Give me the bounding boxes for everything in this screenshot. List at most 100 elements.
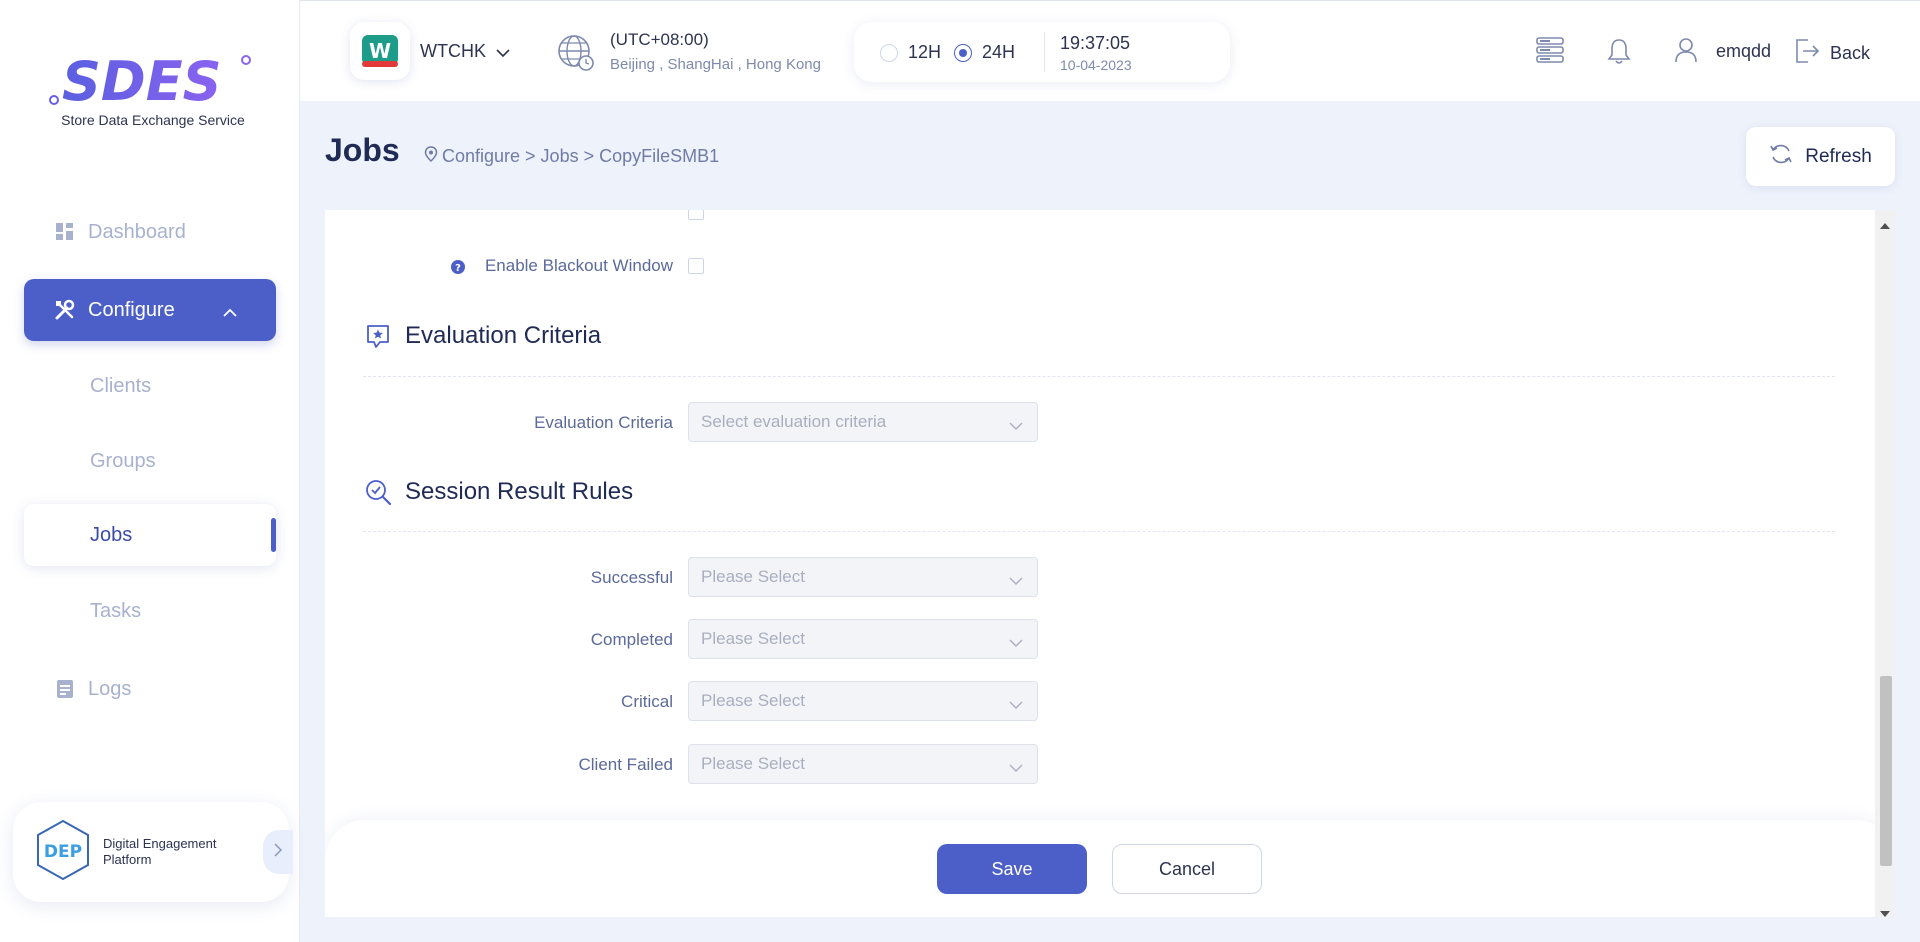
sidebar-item-label: Jobs: [90, 523, 133, 546]
page-title: Jobs: [325, 132, 400, 168]
chevron-down-icon: [1009, 757, 1023, 777]
chevron-down-icon: [1009, 570, 1023, 590]
session-result-rules-section-title: Session Result Rules: [405, 478, 634, 505]
critical-label: Critical: [621, 692, 673, 711]
successful-select[interactable]: Please Select: [688, 557, 1038, 597]
radio-label: 12H: [908, 42, 942, 62]
server-icon[interactable]: [1536, 37, 1564, 68]
chevron-down-icon: [1009, 632, 1023, 652]
top-bar: W WTCHK (UTC+08:00) Beijing , ShangHai ,…: [300, 0, 1920, 101]
sidebar-item-label: Logs: [88, 677, 132, 700]
radio-dot: [880, 43, 898, 62]
clock-date: 10-04-2023: [1060, 57, 1132, 73]
user-name[interactable]: emqdd: [1716, 41, 1771, 62]
globe-clock-icon: [556, 33, 596, 78]
form-footer: Save Cancel: [325, 820, 1895, 917]
timezone-offset: (UTC+08:00): [610, 30, 709, 49]
sdes-logo-mark: SDES: [49, 50, 251, 110]
format-24h-radio[interactable]: 24H: [954, 42, 1015, 63]
svg-text:DEP: DEP: [44, 842, 82, 862]
user-icon[interactable]: [1674, 37, 1698, 68]
star-message-icon: [364, 322, 392, 355]
sidebar-subitem-jobs[interactable]: Jobs: [24, 504, 276, 566]
refresh-label: Refresh: [1805, 145, 1872, 167]
client-failed-select[interactable]: Please Select: [688, 744, 1038, 784]
completed-select[interactable]: Please Select: [688, 619, 1038, 659]
sidebar-subitem-clients[interactable]: Clients: [24, 355, 276, 417]
breadcrumb: Configure > Jobs > CopyFileSMB1: [424, 146, 719, 167]
location-pin-icon: [424, 146, 438, 167]
section-divider: [363, 376, 1835, 377]
divider: [1044, 32, 1045, 72]
cancel-button[interactable]: Cancel: [1112, 844, 1262, 894]
sidebar-item-label: Configure: [88, 298, 175, 321]
sidebar-item-label: Tasks: [90, 599, 142, 622]
save-button[interactable]: Save: [937, 844, 1087, 894]
select-placeholder: Please Select: [701, 629, 805, 648]
sidebar: SDES Store Data Exchange Service Dashboa…: [0, 0, 300, 942]
successful-label: Successful: [590, 568, 673, 587]
sidebar-item-configure[interactable]: Configure: [24, 279, 276, 341]
chevron-down-icon: [496, 41, 510, 62]
dep-card[interactable]: DEP Digital Engagement Platform: [13, 802, 293, 902]
back-label: Back: [1830, 43, 1871, 63]
sidebar-item-label: Clients: [90, 374, 152, 397]
chevron-down-icon: [1009, 694, 1023, 714]
chevron-right-icon: [274, 842, 283, 862]
bell-icon[interactable]: [1607, 37, 1631, 70]
svg-text:W: W: [369, 39, 391, 63]
logs-icon: [54, 678, 76, 700]
blackout-window-label: Enable Blackout Window: [484, 256, 673, 275]
sidebar-subitem-groups[interactable]: Groups: [24, 430, 276, 492]
scrollbar-thumb[interactable]: [1880, 676, 1892, 866]
dashboard-icon: [54, 221, 76, 243]
help-icon[interactable]: ?: [450, 259, 466, 280]
dep-expand-button[interactable]: [263, 830, 293, 874]
evaluation-criteria-select[interactable]: Select evaluation criteria: [688, 402, 1038, 442]
select-placeholder: Select evaluation criteria: [701, 412, 887, 431]
refresh-button[interactable]: Refresh: [1746, 127, 1895, 186]
scroll-up-arrow-icon[interactable]: [1880, 216, 1890, 234]
radio-label: 24H: [982, 42, 1016, 62]
blackout-window-checkbox[interactable]: [688, 258, 704, 274]
timezone-cities: Beijing , ShangHai , Hong Kong: [610, 56, 821, 73]
logout-icon: [1794, 38, 1820, 69]
sidebar-subitem-tasks[interactable]: Tasks: [24, 580, 276, 642]
store-name: WTCHK: [420, 41, 486, 61]
sdes-logo[interactable]: SDES Store Data Exchange Service: [48, 50, 258, 140]
sidebar-item-logs[interactable]: Logs: [24, 658, 276, 720]
vertical-scrollbar[interactable]: [1875, 210, 1895, 917]
critical-select[interactable]: Please Select: [688, 681, 1038, 721]
evaluation-criteria-section-title: Evaluation Criteria: [405, 322, 602, 349]
search-check-icon: [364, 478, 392, 511]
logo-subtitle: Store Data Exchange Service: [61, 112, 245, 128]
timezone-info: (UTC+08:00) Beijing , ShangHai , Hong Ko…: [610, 30, 821, 73]
back-button[interactable]: Back: [1794, 38, 1870, 69]
radio-dot-selected: [954, 43, 972, 62]
store-logo[interactable]: W: [350, 22, 410, 80]
format-12h-radio[interactable]: 12H: [880, 42, 941, 63]
svg-text:SDES: SDES: [62, 50, 222, 110]
client-failed-label: Client Failed: [578, 755, 674, 774]
chevron-down-icon: [1009, 415, 1023, 435]
store-selector[interactable]: WTCHK: [420, 41, 510, 62]
sidebar-item-label: Dashboard: [88, 220, 186, 243]
select-placeholder: Please Select: [701, 754, 805, 773]
job-form-panel: y ? Enable Blackout Window Evaluation Cr…: [325, 210, 1895, 917]
evaluation-criteria-label: Evaluation Criteria: [534, 413, 673, 432]
dep-label: Digital Engagement Platform: [103, 836, 217, 867]
select-placeholder: Please Select: [701, 567, 805, 586]
scroll-down-arrow-icon[interactable]: [1880, 904, 1890, 917]
section-divider: [363, 531, 1835, 532]
sidebar-item-label: Groups: [90, 449, 156, 472]
completed-label: Completed: [590, 630, 673, 649]
breadcrumb-text[interactable]: Configure > Jobs > CopyFileSMB1: [442, 146, 719, 167]
refresh-icon: [1769, 143, 1793, 171]
sidebar-item-dashboard[interactable]: Dashboard: [24, 201, 276, 263]
svg-text:?: ?: [455, 263, 461, 274]
clock-time: 19:37:05: [1060, 33, 1131, 53]
select-placeholder: Please Select: [701, 691, 805, 710]
checkbox-partial[interactable]: [688, 210, 704, 220]
chevron-up-icon: [222, 301, 238, 324]
field-label-partial: y: [525, 210, 699, 216]
